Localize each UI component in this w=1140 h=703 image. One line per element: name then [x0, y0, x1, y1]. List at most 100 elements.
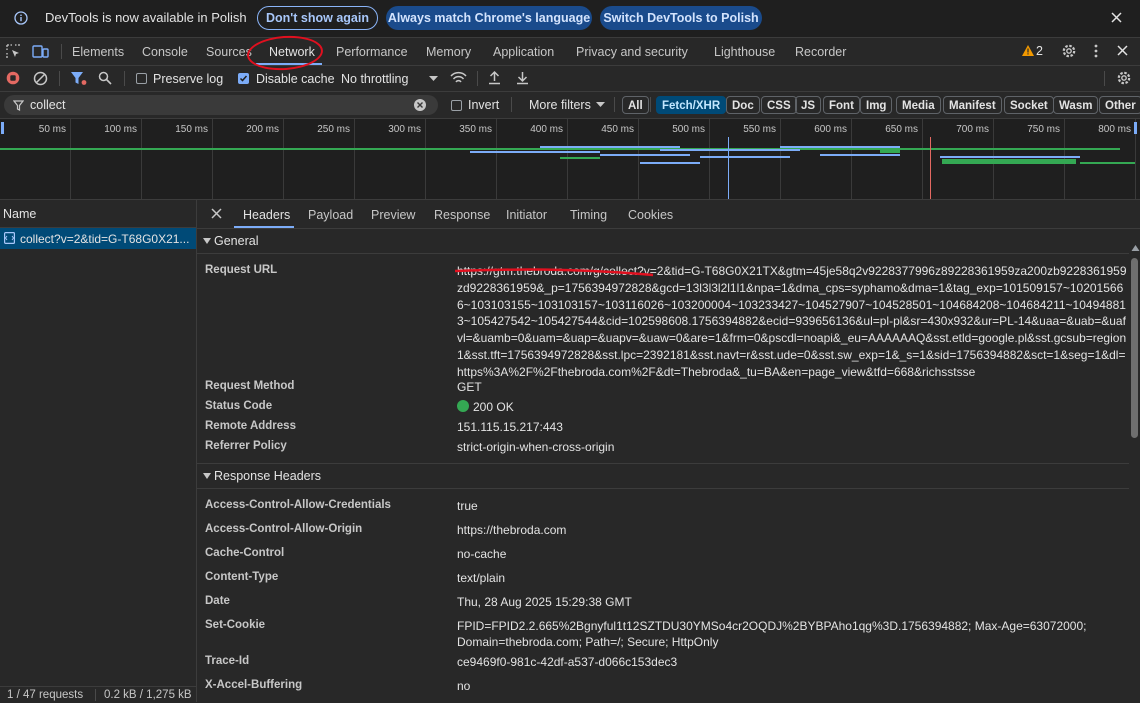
tab-timing[interactable]: Timing [570, 208, 607, 222]
filter-value: collect [30, 98, 66, 112]
type-filter-font[interactable]: Font [823, 96, 860, 114]
always-match-language-button[interactable]: Always match Chrome's language [386, 6, 592, 30]
type-filter-wasm[interactable]: Wasm [1053, 96, 1099, 114]
network-settings-icon[interactable] [1116, 70, 1132, 86]
disable-cache-label: Disable cache [256, 72, 335, 86]
remote-address-label: Remote Address [205, 420, 296, 432]
type-filter-js[interactable]: JS [795, 96, 822, 114]
devtools-tabbar: Elements Console Sources Network Perform… [0, 38, 1140, 66]
settings-gear-icon[interactable] [1061, 43, 1077, 59]
inspect-element-icon[interactable] [6, 44, 21, 59]
type-filter-img[interactable]: Img [860, 96, 893, 114]
tab-headers[interactable]: Headers [243, 208, 290, 222]
header-key: Trace-Id [205, 655, 250, 667]
network-overview[interactable]: 50 ms 100 ms 150 ms 200 ms 250 ms 300 ms… [0, 119, 1140, 200]
header-value: no-cache [457, 547, 507, 561]
tab-application[interactable]: Application [493, 45, 554, 59]
referrer-policy-label: Referrer Policy [205, 440, 287, 452]
tab-sources[interactable]: Sources [206, 45, 252, 59]
switch-to-polish-button[interactable]: Switch DevTools to Polish [600, 6, 762, 30]
disable-cache-checkbox[interactable] [238, 73, 249, 84]
filter-funnel-icon [13, 100, 24, 111]
tab-console[interactable]: Console [142, 45, 188, 59]
header-value-continued: Domain=thebroda.com; Path=/; Secure; Htt… [457, 635, 719, 649]
search-icon[interactable] [98, 71, 112, 85]
tab-initiator[interactable]: Initiator [506, 208, 547, 222]
response-headers-section-header[interactable]: Response Headers [197, 463, 1129, 489]
scroll-up-icon[interactable] [1131, 244, 1140, 252]
divider [124, 71, 125, 86]
close-details-icon[interactable] [211, 208, 222, 219]
type-filter-fetch-xhr[interactable]: Fetch/XHR [656, 96, 727, 114]
preserve-log-checkbox[interactable] [136, 73, 147, 84]
type-filter-css[interactable]: CSS [761, 96, 797, 114]
request-details: Headers Payload Preview Response Initiat… [197, 200, 1140, 702]
general-section-header[interactable]: General [197, 229, 1129, 254]
tab-performance[interactable]: Performance [336, 45, 408, 59]
tab-lighthouse[interactable]: Lighthouse [714, 45, 775, 59]
warning-icon[interactable] [1021, 44, 1035, 57]
header-value: true [457, 499, 478, 513]
status-code-value: 200 OK [473, 400, 514, 414]
stop-recording-icon[interactable] [6, 71, 20, 85]
divider [511, 97, 512, 112]
tab-payload[interactable]: Payload [308, 208, 353, 222]
tab-privacy-security[interactable]: Privacy and security [576, 45, 688, 59]
request-method-label: Request Method [205, 380, 295, 392]
header-key: Cache-Control [205, 547, 285, 559]
expand-triangle-icon [203, 473, 211, 479]
filter-input[interactable]: collect [4, 95, 438, 115]
tab-memory[interactable]: Memory [426, 45, 471, 59]
type-filter-all[interactable]: All [622, 96, 649, 114]
divider [477, 71, 478, 86]
request-count: 1 / 47 requests [7, 689, 84, 701]
general-title: General [214, 234, 259, 248]
status-ok-icon [457, 400, 469, 412]
filter-icon[interactable] [70, 71, 87, 86]
throttling-select[interactable]: No throttling [341, 72, 408, 86]
tab-cookies[interactable]: Cookies [628, 208, 673, 222]
header-value: Thu, 28 Aug 2025 15:29:38 GMT [457, 595, 632, 609]
export-har-icon[interactable] [516, 70, 529, 85]
type-filter-doc[interactable]: Doc [726, 96, 760, 114]
more-filters-dropdown[interactable]: More filters [529, 98, 591, 112]
more-options-icon[interactable] [1093, 44, 1099, 58]
xhr-request-icon [4, 232, 15, 244]
name-column-header[interactable]: Name [0, 200, 196, 228]
header-value: https://thebroda.com [457, 523, 567, 537]
type-filter-manifest[interactable]: Manifest [943, 96, 1002, 114]
network-conditions-icon[interactable] [450, 71, 467, 85]
header-key: Access-Control-Allow-Origin [205, 523, 363, 535]
divider [614, 97, 615, 112]
tab-elements[interactable]: Elements [72, 45, 124, 59]
header-key: X-Accel-Buffering [205, 679, 303, 691]
network-toolbar: Preserve log Disable cache No throttling [0, 66, 1140, 92]
warning-count[interactable]: 2 [1036, 44, 1043, 58]
invert-checkbox[interactable] [451, 100, 462, 111]
status-code-label: Status Code [205, 400, 273, 412]
tab-recorder[interactable]: Recorder [795, 45, 846, 59]
type-filter-media[interactable]: Media [896, 96, 941, 114]
language-infobar: DevTools is now available in Polish Don'… [0, 0, 1140, 38]
close-icon[interactable] [1111, 12, 1122, 23]
header-key: Set-Cookie [205, 619, 266, 631]
divider [650, 97, 651, 112]
tab-response[interactable]: Response [434, 208, 490, 222]
tab-preview[interactable]: Preview [371, 208, 415, 222]
request-row-selected[interactable]: collect?v=2&tid=G-T68G0X21... [0, 228, 196, 249]
clear-icon[interactable] [33, 71, 48, 86]
name-header-label: Name [3, 207, 37, 221]
clear-filter-icon[interactable] [414, 99, 426, 111]
type-filter-other[interactable]: Other [1099, 96, 1140, 114]
dont-show-again-button[interactable]: Don't show again [257, 6, 378, 30]
import-har-icon[interactable] [488, 70, 501, 85]
device-toolbar-icon[interactable] [32, 44, 49, 59]
details-scrollbar-thumb[interactable] [1131, 258, 1138, 438]
referrer-policy-value: strict-origin-when-cross-origin [457, 440, 615, 454]
chevron-down-icon[interactable] [596, 102, 605, 108]
network-summary-bar: 1 / 47 requests 0.2 kB / 1,275 kB [0, 686, 196, 703]
header-key: Date [205, 595, 230, 607]
close-devtools-icon[interactable] [1117, 45, 1128, 56]
type-filter-socket[interactable]: Socket [1004, 96, 1054, 114]
chevron-down-icon[interactable] [429, 76, 438, 82]
